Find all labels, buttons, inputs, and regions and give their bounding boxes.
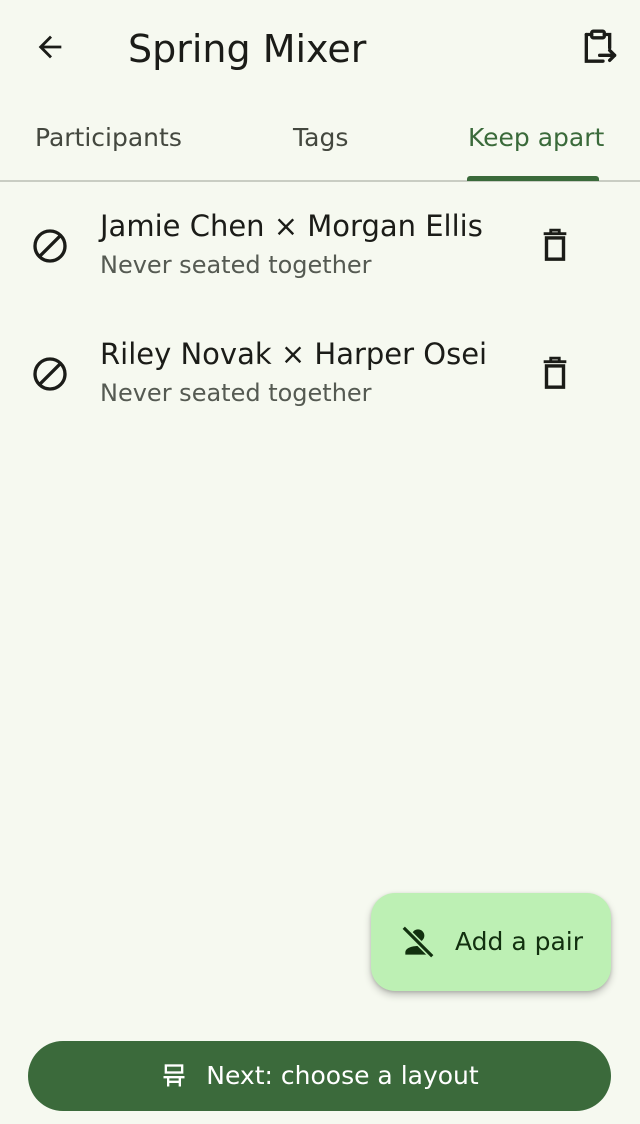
delete-icon <box>543 356 567 389</box>
clipboard-export-icon <box>584 29 617 63</box>
pair-note: Never seated together <box>100 379 372 407</box>
next-button-label: Next: choose a layout <box>206 1061 479 1090</box>
block-icon <box>33 357 67 391</box>
tab-tags[interactable]: Tags <box>293 100 348 180</box>
arrow-back-icon <box>38 35 62 59</box>
next-choose-layout-button[interactable]: Next: choose a layout <box>28 1041 611 1111</box>
add-pair-button[interactable]: Add a pair <box>371 893 611 991</box>
delete-button[interactable] <box>530 220 580 270</box>
page-title: Spring Mixer <box>128 27 367 71</box>
pair-note: Never seated together <box>100 251 372 279</box>
tab-keep-apart[interactable]: Keep apart <box>468 100 604 180</box>
pair-names: Jamie Chen × Morgan Ellis <box>100 209 483 243</box>
active-tab-indicator <box>467 176 599 181</box>
list-item: Riley Novak × Harper Osei Never seated t… <box>0 318 640 428</box>
tab-participants[interactable]: Participants <box>35 100 182 180</box>
top-app-bar: Spring Mixer <box>0 0 640 100</box>
tab-bar: Participants Tags Keep apart <box>0 100 640 182</box>
delete-icon <box>543 228 567 261</box>
block-icon <box>33 229 67 263</box>
back-button[interactable] <box>22 22 78 72</box>
table-layout-icon <box>163 1064 185 1087</box>
pair-names: Riley Novak × Harper Osei <box>100 337 488 371</box>
list-item: Jamie Chen × Morgan Ellis Never seated t… <box>0 190 640 300</box>
delete-button[interactable] <box>530 348 580 398</box>
person-off-icon <box>401 925 435 959</box>
add-pair-label: Add a pair <box>455 927 584 956</box>
export-button[interactable] <box>570 22 626 72</box>
